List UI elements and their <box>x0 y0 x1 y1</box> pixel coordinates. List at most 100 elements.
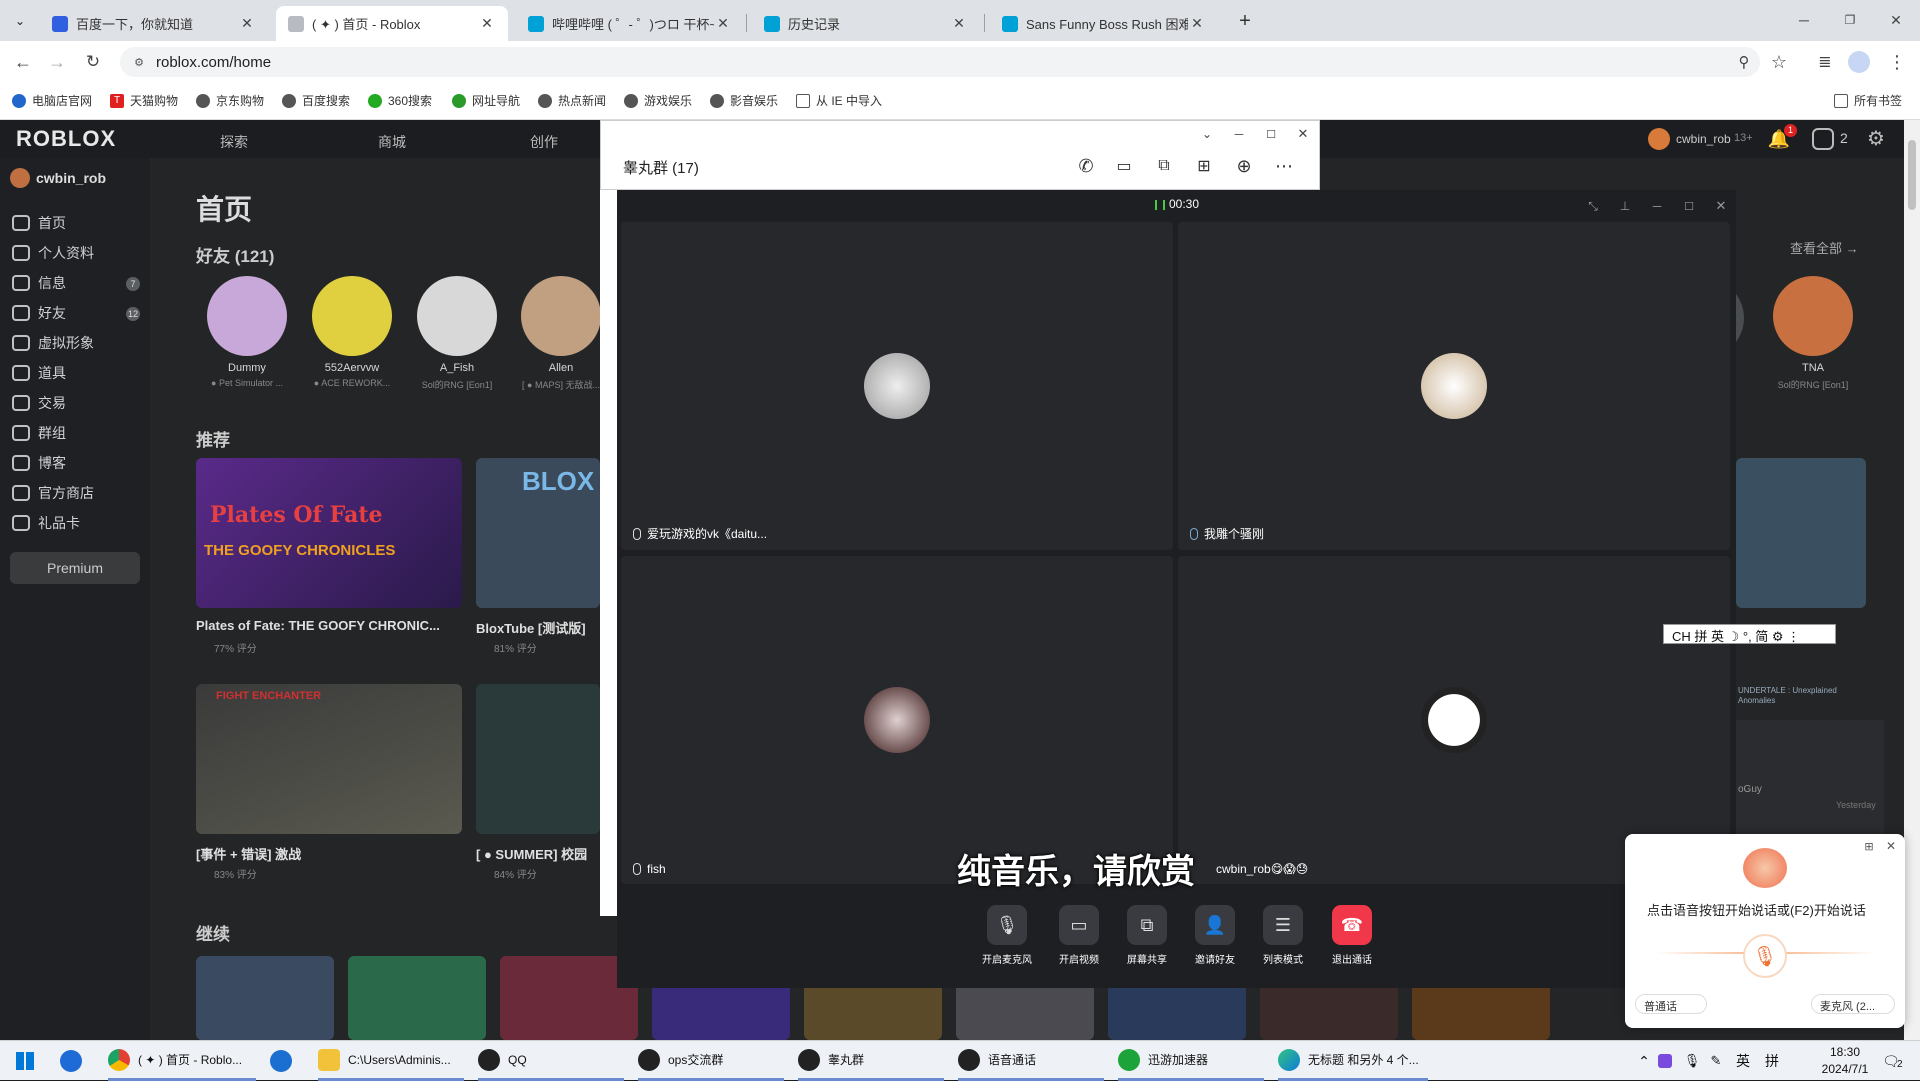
taskbar-explorer[interactable]: C:\Users\Adminis... <box>318 1041 464 1081</box>
screen-share-icon[interactable]: ⧉ <box>1151 153 1177 179</box>
layout-icon[interactable]: ⊞ <box>1861 838 1877 854</box>
start-button[interactable] <box>8 1041 42 1081</box>
game-thumbnail[interactable] <box>196 956 334 1040</box>
sidebar-item-profile[interactable]: 个人资料 <box>12 242 94 264</box>
back-icon[interactable]: ← <box>10 49 36 75</box>
taskbar-app-k[interactable] <box>60 1041 90 1081</box>
omnibox[interactable]: ⚙ roblox.com/home ⚲ <box>120 47 1760 77</box>
bookmark-folder[interactable]: 从 IE 中导入 <box>796 92 882 109</box>
taskbar-voice-call[interactable]: 语音通话 <box>958 1041 1104 1081</box>
bookmark-item[interactable]: 网址导航 <box>452 92 520 109</box>
taskbar-group-chat[interactable]: 睾丸群 <box>798 1041 944 1081</box>
minimize-button[interactable]: ─ <box>1229 125 1249 143</box>
taskbar-chrome[interactable]: ( ✦ ) 首页 - Roblo... <box>108 1041 256 1081</box>
taskbar-accelerator[interactable]: 迅游加速器 <box>1118 1041 1264 1081</box>
participant-tile[interactable]: 爱玩游戏的vk《daitu... <box>621 222 1173 550</box>
robux-icon[interactable] <box>1812 128 1834 150</box>
bookmark-item[interactable]: 京东购物 <box>196 92 264 109</box>
menu-icon[interactable]: ⋮ <box>1884 49 1910 75</box>
friend-card[interactable]: Allen [ ● MAPS] 无敌战... <box>516 276 606 391</box>
tab-sans[interactable]: Sans Funny Boss Rush 困难模 ✕ <box>990 6 1218 41</box>
screen-share-button[interactable]: ⧉ 屏幕共享 <box>1117 905 1177 966</box>
close-icon[interactable]: ✕ <box>714 15 732 32</box>
bookmark-item[interactable]: 360搜索 <box>368 92 432 109</box>
game-thumbnail[interactable] <box>1736 458 1866 608</box>
settings-gear-icon[interactable]: ⚙ <box>1864 126 1888 150</box>
sidebar-item-trade[interactable]: 交易 <box>12 392 66 414</box>
close-button[interactable]: ✕ <box>1293 125 1313 143</box>
roblox-logo[interactable]: ROBLOX <box>16 126 116 152</box>
mic-toggle-button[interactable]: 🎙 开启麦克风 <box>977 905 1037 966</box>
game-title[interactable]: Plates of Fate: THE GOOFY CHRONIC... <box>196 618 440 633</box>
tray-language[interactable]: 英 <box>1734 1041 1752 1081</box>
bookmark-item[interactable]: 影音娱乐 <box>710 92 778 109</box>
tab-baidu[interactable]: 百度一下，你就知道 ✕ <box>40 6 268 41</box>
game-title[interactable]: [ ● SUMMER] 校园 <box>476 844 587 863</box>
close-icon[interactable]: ✕ <box>478 15 496 32</box>
bookmark-item[interactable]: 百度搜索 <box>282 92 350 109</box>
taskbar-ie[interactable] <box>270 1041 300 1081</box>
scrollbar-thumb[interactable] <box>1908 140 1916 210</box>
language-select[interactable]: 普通话 <box>1635 994 1707 1014</box>
collapse-icon[interactable]: ⤡ <box>1583 196 1603 216</box>
all-bookmarks-folder[interactable]: 所有书签 <box>1834 92 1902 109</box>
minimize-button[interactable]: ─ <box>1647 196 1667 216</box>
apps-icon[interactable]: ⊞ <box>1191 153 1217 179</box>
game-thumbnail[interactable]: FIGHT ENCHANTER <box>196 684 462 834</box>
chevron-down-icon[interactable]: ⌄ <box>1197 125 1217 143</box>
nav-create[interactable]: 创作 <box>530 132 558 152</box>
game-title[interactable]: [事件 + 错误] 激战 <box>196 844 301 863</box>
bookmark-star-icon[interactable]: ☆ <box>1766 49 1792 75</box>
maximize-button[interactable]: ☐ <box>1261 125 1281 143</box>
microphone-button[interactable]: 🎙 <box>1743 934 1787 978</box>
tray-app-icon[interactable] <box>1658 1041 1676 1081</box>
sidebar-item-blog[interactable]: 博客 <box>12 452 66 474</box>
tab-search-button[interactable]: ⌄ <box>8 9 32 33</box>
nav-discover[interactable]: 探索 <box>220 132 248 152</box>
sidebar-item-friends[interactable]: 好友 <box>12 302 66 324</box>
bookmark-item[interactable]: 热点新闻 <box>538 92 606 109</box>
topbar-avatar[interactable] <box>1648 128 1670 150</box>
page-scrollbar[interactable] <box>1904 120 1920 1040</box>
close-icon[interactable]: ✕ <box>238 15 256 32</box>
sidebar-item-inventory[interactable]: 道具 <box>12 362 66 384</box>
sidebar-item-home[interactable]: 首页 <box>12 212 66 234</box>
hang-up-button[interactable]: ☎ 退出通话 <box>1322 905 1382 966</box>
sidebar-item-store[interactable]: 官方商店 <box>12 482 94 504</box>
game-thumbnail[interactable]: BLOX <box>476 458 600 608</box>
tray-mic-icon[interactable]: 🎙 <box>1684 1041 1701 1081</box>
game-title[interactable]: BloxTube [测试版] <box>476 618 586 637</box>
see-all-link[interactable]: 查看全部 → <box>1790 238 1859 257</box>
close-icon[interactable]: ✕ <box>1188 15 1206 32</box>
minimize-button[interactable]: ─ <box>1782 10 1826 30</box>
zoom-icon[interactable]: ⚲ <box>1734 52 1754 72</box>
tray-pen-icon[interactable]: ✎ <box>1708 1041 1724 1081</box>
restore-button[interactable]: ❐ <box>1828 10 1872 30</box>
add-icon[interactable]: ⊕ <box>1231 153 1257 179</box>
participant-tile[interactable]: 我雕个骚刚 <box>1178 222 1730 550</box>
mic-select[interactable]: 麦克风 (2... <box>1811 994 1895 1014</box>
site-info-icon[interactable]: ⚙ <box>130 53 148 71</box>
participant-tile[interactable]: fish <box>621 556 1173 884</box>
close-window-button[interactable]: ✕ <box>1874 10 1918 30</box>
video-icon[interactable]: ▭ <box>1111 153 1137 179</box>
sidebar-avatar[interactable] <box>10 168 30 188</box>
sidebar-item-groups[interactable]: 群组 <box>12 422 66 444</box>
taskbar-edge[interactable]: 无标题 和另外 4 个... <box>1278 1041 1428 1081</box>
group-title[interactable]: 睾丸群 (17) <box>623 157 699 178</box>
tab-bilibili[interactable]: 哔哩哔哩 ( ゜- ゜)つロ 干杯~-bili ✕ <box>516 6 744 41</box>
clock-date[interactable]: 2024/7/1 <box>1810 1062 1880 1076</box>
taskbar-ops-group[interactable]: ops交流群 <box>638 1041 784 1081</box>
list-mode-button[interactable]: ☰ 列表模式 <box>1253 905 1313 966</box>
friend-card[interactable]: Dummy ● Pet Simulator ... <box>202 276 292 388</box>
invite-button[interactable]: 👤 邀请好友 <box>1185 905 1245 966</box>
url-text[interactable]: roblox.com/home <box>156 54 271 71</box>
more-icon[interactable]: ⋯ <box>1271 153 1297 179</box>
close-button[interactable]: ✕ <box>1711 196 1731 216</box>
video-toggle-button[interactable]: ▭ 开启视频 <box>1049 905 1109 966</box>
sidebar-item-avatar[interactable]: 虚拟形象 <box>12 332 94 354</box>
bookmark-item[interactable]: T 天猫购物 <box>110 92 178 109</box>
chat-user[interactable]: oGuy <box>1738 784 1762 795</box>
tab-roblox[interactable]: ( ✦ ) 首页 - Roblox ✕ <box>276 6 508 41</box>
tab-history[interactable]: 历史记录 ✕ <box>752 6 980 41</box>
